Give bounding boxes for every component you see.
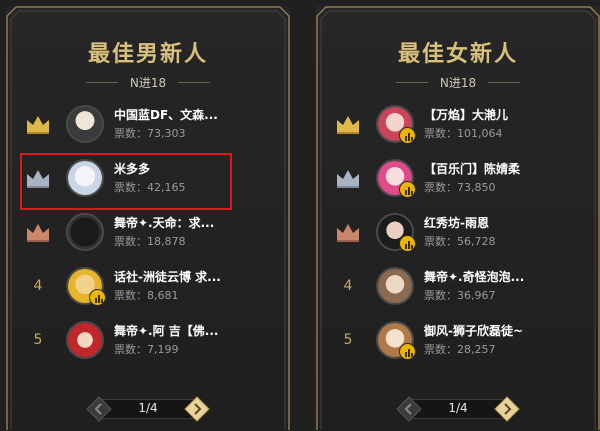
rank-cell [20,205,56,259]
subtitle-row: N进18 [6,72,290,92]
bronze-crown-icon [337,224,359,242]
entry-info: 红秀坊-雨恩 票数：56,728 [424,215,540,249]
page-indicator: 1/4 [448,401,468,415]
divider-right [178,81,211,83]
entry-votes: 票数：28,257 [424,343,496,356]
panel-title: 最佳女新人 [397,42,518,67]
page-indicator: 1/4 [138,401,158,415]
avatar[interactable] [376,159,416,198]
list-item[interactable]: 舞帝✦.天命：求... 票数：18,878 [20,205,276,259]
divider-left [395,81,428,83]
entry-info: 【万焰】大滟儿 票数：101,064 [424,107,540,141]
rank-number: 5 [33,332,43,348]
entry-info: 中国蓝DF、文森... 票数：73,303 [114,107,230,141]
rank-cell: 5 [20,313,56,367]
panel-title: 最佳男新人 [87,42,208,67]
chevron-left-icon [396,396,422,422]
entry-name: 舞帝✦.天命：求... [114,216,215,230]
entry-votes: 票数：7,199 [114,343,179,356]
avatar[interactable] [376,105,416,144]
subtitle-row: N进18 [316,72,600,92]
avatar[interactable] [376,321,416,360]
entry-votes: 票数：8,681 [114,289,179,302]
avatar[interactable] [376,213,416,252]
pager: 1/4 [396,394,520,424]
panel-best-male-newcomer: 最佳男新人 N进18 中国蓝DF、文森... 票数：73,303 米多多 票数：… [6,6,290,431]
avatar[interactable] [66,321,104,359]
list-item[interactable]: 5 御风-狮子欣磊徒~ 票数：28,257 [330,313,586,367]
entry-votes: 票数：56,728 [424,235,496,248]
entry-name: 红秀坊-雨恩 [424,216,489,230]
list-item[interactable]: 5 舞帝✦.阿 吉【佛... 票数：7,199 [20,313,276,367]
pager: 1/4 [86,394,210,424]
list-item[interactable]: 4 舞帝✦.奇怪泡泡... 票数：36,967 [330,259,586,313]
entry-votes: 票数：73,303 [114,127,186,140]
rank-number: 5 [343,332,353,348]
stage: 最佳男新人 N进18 中国蓝DF、文森... 票数：73,303 米多多 票数：… [0,0,600,431]
rank-number: 4 [343,278,353,294]
panel-subtitle: N进18 [129,75,167,90]
avatar[interactable] [66,213,104,251]
chevron-left-icon [86,396,112,422]
entry-votes: 票数：18,878 [114,235,186,248]
next-page-button[interactable] [184,396,210,422]
list-item[interactable]: 【万焰】大滟儿 票数：101,064 [330,97,586,151]
rank-cell [20,97,56,151]
list-item[interactable]: 中国蓝DF、文森... 票数：73,303 [20,97,276,151]
list-item[interactable]: 红秀坊-雨恩 票数：56,728 [330,205,586,259]
rank-cell: 5 [330,313,366,367]
divider-right [488,81,521,83]
rank-number: 4 [33,278,43,294]
entry-info: 舞帝✦.天命：求... 票数：18,878 [114,215,230,249]
entry-name: 舞帝✦.阿 吉【佛... [114,324,219,338]
avatar[interactable] [376,267,414,305]
divider-left [85,81,118,83]
entry-votes: 票数：36,967 [424,289,496,302]
live-badge-icon [399,235,416,252]
live-badge-icon [89,289,106,306]
ranking-list: 中国蓝DF、文森... 票数：73,303 米多多 票数：42,165 舞帝✦.… [20,97,276,367]
rank-cell [330,151,366,205]
entry-name: 话社-洲徒云博 求... [114,270,221,284]
live-badge-icon [399,127,416,144]
rank-cell: 4 [20,259,56,313]
ranking-list: 【万焰】大滟儿 票数：101,064 【百乐门】陈婧柔 票数：73,850 红秀… [330,97,586,367]
avatar[interactable] [66,267,106,306]
avatar[interactable] [66,105,104,143]
silver-crown-icon [337,170,359,188]
entry-name: 【百乐门】陈婧柔 [424,162,521,176]
live-badge-icon [399,181,416,198]
entry-votes: 票数：73,850 [424,181,496,194]
entry-info: 舞帝✦.阿 吉【佛... 票数：7,199 [114,323,230,357]
rank-cell: 4 [330,259,366,313]
chevron-right-icon [184,396,210,422]
entry-name: 【万焰】大滟儿 [424,108,509,122]
panel-subtitle: N进18 [439,75,477,90]
prev-page-button[interactable] [86,396,112,422]
entry-info: 话社-洲徒云博 求... 票数：8,681 [114,269,230,303]
bronze-crown-icon [27,224,49,242]
next-page-button[interactable] [494,396,520,422]
prev-page-button[interactable] [396,396,422,422]
entry-votes: 票数：101,064 [424,127,503,140]
entry-name: 中国蓝DF、文森... [114,108,218,122]
list-item[interactable]: 【百乐门】陈婧柔 票数：73,850 [330,151,586,205]
highlight-box [20,153,232,210]
rank-cell [330,205,366,259]
entry-info: 御风-狮子欣磊徒~ 票数：28,257 [424,323,540,357]
entry-info: 【百乐门】陈婧柔 票数：73,850 [424,161,540,195]
gold-crown-icon [27,116,49,134]
rank-cell [330,97,366,151]
live-badge-icon [399,343,416,360]
entry-name: 舞帝✦.奇怪泡泡... [424,270,525,284]
list-item[interactable]: 4 话社-洲徒云博 求... 票数：8,681 [20,259,276,313]
entry-info: 舞帝✦.奇怪泡泡... 票数：36,967 [424,269,540,303]
entry-name: 御风-狮子欣磊徒~ [424,324,524,338]
gold-crown-icon [337,116,359,134]
chevron-right-icon [494,396,520,422]
panel-best-female-newcomer: 最佳女新人 N进18 【万焰】大滟儿 票数：101,064 【百乐门】陈婧柔 票… [316,6,600,431]
